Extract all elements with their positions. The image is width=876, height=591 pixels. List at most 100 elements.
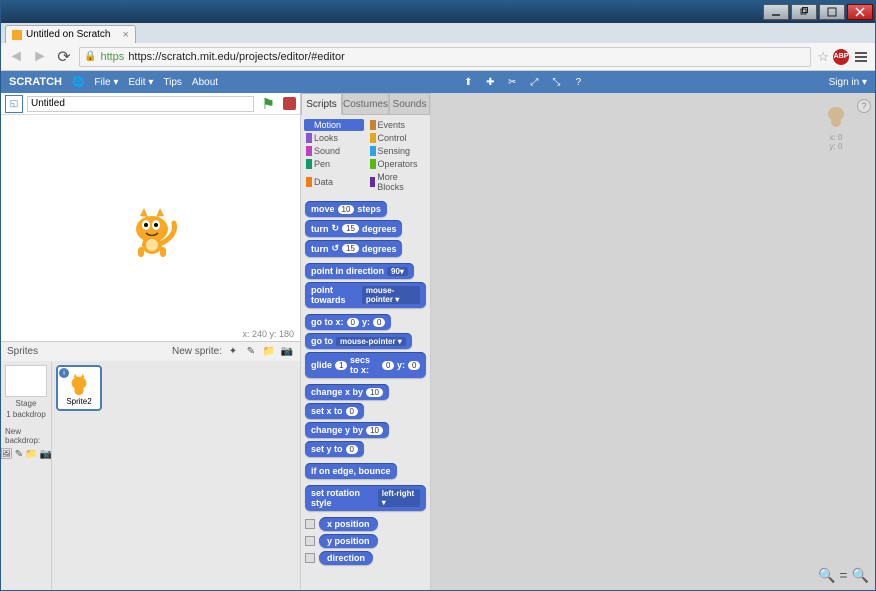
fullscreen-button[interactable]: ◱ — [5, 95, 23, 113]
block-direction[interactable]: direction — [319, 551, 373, 565]
share-icon[interactable]: ⬆ — [461, 75, 475, 89]
block-set-x[interactable]: set x to0 — [305, 403, 364, 419]
zoom-in-button[interactable]: 🔍 — [852, 567, 869, 584]
block-rotation-style[interactable]: set rotation styleleft-right ▾ — [305, 485, 426, 511]
block-y-position[interactable]: y position — [319, 534, 378, 548]
category-label: Data — [314, 177, 333, 187]
project-title-input[interactable] — [27, 96, 254, 112]
stop-button[interactable] — [283, 97, 296, 110]
category-sensing[interactable]: Sensing — [368, 145, 428, 157]
paint-sprite-icon[interactable]: ✎ — [244, 345, 258, 359]
toolbar-right: ☆ ABP — [817, 49, 869, 65]
browser-window: Untitled on Scratch × ◄ ► ⟳ 🔒 https http… — [0, 0, 876, 591]
menu-about[interactable]: About — [192, 77, 218, 88]
new-sprite-label: New sprite: — [172, 346, 222, 357]
block-change-x[interactable]: change x by10 — [305, 384, 389, 400]
block-goto-xy[interactable]: go to x:0y:0 — [305, 314, 391, 330]
url-bar[interactable]: 🔒 https https://scratch.mit.edu/projects… — [79, 47, 811, 67]
stage-area[interactable]: x: 240 y: 180 — [1, 115, 300, 341]
category-looks[interactable]: Looks — [304, 132, 364, 144]
zoom-reset-button[interactable]: = — [839, 567, 847, 584]
menu-file[interactable]: File ▾ — [94, 77, 118, 88]
category-label: Motion — [314, 120, 341, 130]
category-pen[interactable]: Pen — [304, 158, 364, 170]
upload-sprite-icon[interactable]: 📁 — [262, 345, 276, 359]
sprite-name: Sprite2 — [66, 397, 91, 406]
checkbox-xpos[interactable] — [305, 519, 315, 529]
zoom-controls: 🔍 = 🔍 — [818, 567, 869, 584]
category-more-blocks[interactable]: More Blocks — [368, 171, 428, 193]
backdrop-library-icon[interactable]: 🖼 — [0, 449, 13, 460]
camera-sprite-icon[interactable]: 📷 — [280, 345, 294, 359]
scratch-menubar: SCRATCH 🌐 File ▾ Edit ▾ Tips About ⬆ ✚ ✂… — [1, 71, 875, 93]
checkbox-ypos[interactable] — [305, 536, 315, 546]
motion-blocks: move10steps turn↻15degrees turn↺15degree… — [301, 197, 430, 590]
backdrop-upload-icon[interactable]: 📁 — [25, 449, 37, 460]
sprite-info-icon[interactable]: i — [59, 368, 69, 378]
block-change-y[interactable]: change y by10 — [305, 422, 389, 438]
script-area[interactable]: x: 0 y: 0 ? 🔍 = 🔍 — [431, 93, 875, 590]
block-bounce[interactable]: if on edge, bounce — [305, 463, 397, 479]
checkbox-direction[interactable] — [305, 553, 315, 563]
category-swatch-icon — [370, 146, 376, 156]
browser-menu-button[interactable] — [853, 50, 869, 64]
duplicate-icon[interactable]: ✚ — [483, 75, 497, 89]
browser-tab[interactable]: Untitled on Scratch × — [5, 25, 136, 43]
bookmark-icon[interactable]: ☆ — [817, 49, 829, 65]
nav-back-button[interactable]: ◄ — [7, 48, 25, 66]
block-turn-ccw[interactable]: turn↺15degrees — [305, 240, 402, 257]
zoom-out-button[interactable]: 🔍 — [818, 567, 835, 584]
category-data[interactable]: Data — [304, 171, 364, 193]
category-label: Looks — [314, 133, 338, 143]
help-icon[interactable]: ? — [571, 75, 585, 89]
block-point-direction[interactable]: point in direction90▾ — [305, 263, 414, 279]
globe-icon[interactable]: 🌐 — [72, 77, 84, 88]
stage-thumbnail[interactable] — [5, 365, 47, 397]
tab-costumes[interactable]: Costumes — [342, 93, 389, 115]
signin-button[interactable]: Sign in ▾ — [829, 77, 867, 88]
browser-tabbar: Untitled on Scratch × — [1, 23, 875, 43]
sprite-header: Sprites New sprite: ✦ ✎ 📁 📷 — [1, 341, 300, 361]
category-swatch-icon — [370, 120, 376, 130]
delete-icon[interactable]: ✂ — [505, 75, 519, 89]
sprite-item-selected[interactable]: i Sprite2 — [56, 365, 102, 411]
shrink-icon[interactable]: ⤡ — [549, 75, 563, 89]
tab-close-icon[interactable]: × — [123, 29, 129, 41]
block-set-y[interactable]: set y to0 — [305, 441, 364, 457]
scratch-logo[interactable]: SCRATCH — [9, 76, 62, 88]
stage-column: Stage 1 backdrop New backdrop: 🖼 ✎ 📁 📷 — [1, 361, 51, 590]
scratch-cat-sprite[interactable] — [121, 203, 183, 259]
green-flag-button[interactable]: ⚑ — [262, 95, 275, 113]
menu-edit[interactable]: Edit ▾ — [128, 77, 153, 88]
stage-coords: x: 240 y: 180 — [242, 329, 294, 339]
backdrop-paint-icon[interactable]: ✎ — [15, 449, 23, 460]
block-point-towards[interactable]: point towardsmouse-pointer ▾ — [305, 282, 426, 308]
category-swatch-icon — [306, 146, 312, 156]
block-move-steps[interactable]: move10steps — [305, 201, 387, 217]
block-x-position[interactable]: x position — [319, 517, 378, 531]
window-maximize-button[interactable] — [819, 4, 845, 20]
help-toggle-icon[interactable]: ? — [857, 99, 871, 113]
category-control[interactable]: Control — [368, 132, 428, 144]
block-glide[interactable]: glide1secs to x:0y:0 — [305, 352, 426, 378]
category-swatch-icon — [306, 133, 312, 143]
grow-icon[interactable]: ⤢ — [527, 75, 541, 89]
window-minimize-button[interactable] — [763, 4, 789, 20]
category-motion[interactable]: Motion — [304, 119, 364, 131]
category-events[interactable]: Events — [368, 119, 428, 131]
category-sound[interactable]: Sound — [304, 145, 364, 157]
menu-tips[interactable]: Tips — [163, 77, 182, 88]
category-operators[interactable]: Operators — [368, 158, 428, 170]
sprite-x: x: 0 — [821, 133, 851, 142]
block-goto[interactable]: go tomouse-pointer ▾ — [305, 333, 412, 349]
tab-sounds[interactable]: Sounds — [389, 93, 430, 115]
block-turn-cw[interactable]: turn↻15degrees — [305, 220, 402, 237]
window-titlebar — [1, 1, 875, 23]
sprite-library-icon[interactable]: ✦ — [226, 345, 240, 359]
window-restore-button[interactable] — [791, 4, 817, 20]
window-close-button[interactable] — [847, 4, 873, 20]
tab-scripts[interactable]: Scripts — [301, 93, 342, 115]
abp-extension-icon[interactable]: ABP — [833, 49, 849, 65]
nav-reload-button[interactable]: ⟳ — [55, 48, 73, 66]
nav-forward-button[interactable]: ► — [31, 48, 49, 66]
